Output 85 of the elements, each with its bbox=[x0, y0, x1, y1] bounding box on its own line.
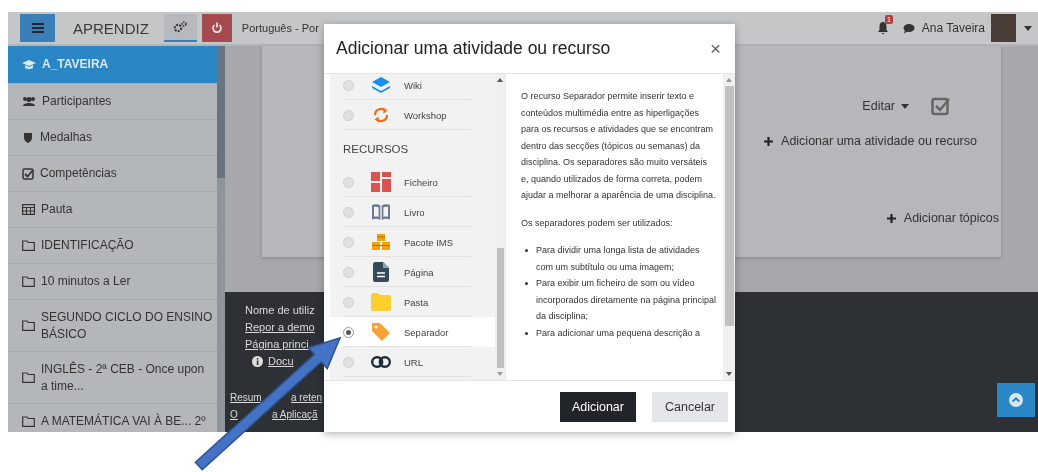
info-icon bbox=[252, 356, 263, 367]
folder-icon bbox=[22, 320, 35, 331]
footer-link[interactable]: a Aplicaçã bbox=[272, 409, 318, 420]
chevron-up-icon bbox=[1009, 393, 1023, 407]
scrollbar-thumb[interactable] bbox=[217, 46, 225, 178]
option-row[interactable]: Pasta bbox=[330, 287, 495, 317]
description-text: Os separadores podem ser utilizados: bbox=[521, 216, 674, 230]
plus-icon bbox=[886, 213, 896, 223]
gears-icon bbox=[173, 21, 188, 33]
description-text: O recurso Separador permite inserir texto e conteúdos multimédia entre as hiperligações para os recursos e atividades que se encontram dentro das secções (tópicos ou semanas) da disciplina. Os separadores são muito versáteis e, quando utilizados de forma correta, podem ajudar a melhorar a aparência de uma disciplina. bbox=[521, 90, 717, 202]
language-menu[interactable]: Português - Por bbox=[241, 22, 319, 34]
bell-icon[interactable] bbox=[876, 21, 889, 35]
folder-icon bbox=[22, 372, 35, 383]
bullet-dot bbox=[525, 331, 528, 335]
footer-link[interactable]: Docu bbox=[268, 353, 294, 370]
option-row[interactable]: Ficheiro bbox=[330, 167, 495, 197]
radio-button[interactable] bbox=[343, 356, 354, 368]
scrollbar-thumb[interactable] bbox=[724, 86, 734, 326]
site-name[interactable]: APRENDIZ bbox=[73, 19, 149, 37]
footer-link[interactable]: O bbox=[230, 409, 238, 420]
user-name[interactable]: Ana Taveira bbox=[921, 21, 985, 35]
bullet-dot bbox=[525, 282, 528, 285]
graduation-cap-icon bbox=[22, 59, 36, 70]
grid-icon bbox=[371, 172, 391, 192]
table-icon bbox=[22, 204, 35, 215]
footer-text: Nome de utiliz bbox=[245, 303, 315, 318]
radio-button[interactable] bbox=[343, 109, 354, 121]
power-icon bbox=[210, 22, 223, 34]
caret-icon bbox=[901, 103, 909, 109]
folder-icon bbox=[22, 416, 35, 427]
cycle-arrows-icon bbox=[372, 106, 390, 124]
add-button[interactable]: Adicionar bbox=[559, 391, 636, 422]
dialog-title: Adicionar uma atividade ou recurso bbox=[336, 38, 611, 59]
tag-icon bbox=[371, 322, 391, 342]
radio-button[interactable] bbox=[343, 206, 354, 218]
menu-icon bbox=[31, 23, 44, 33]
add-topics-link[interactable]: Adicionar tópicos bbox=[886, 211, 999, 225]
scrollbar-thumb[interactable] bbox=[496, 248, 504, 368]
document-icon bbox=[373, 262, 389, 282]
edit-menu[interactable]: Editar bbox=[862, 99, 909, 113]
back-to-top-button[interactable] bbox=[997, 383, 1035, 417]
option-row[interactable]: Livro bbox=[330, 197, 495, 227]
folder-icon bbox=[22, 240, 35, 251]
settings-button[interactable] bbox=[163, 14, 197, 42]
checkbox-icon[interactable] bbox=[931, 96, 951, 116]
footer-link[interactable]: Resum bbox=[230, 392, 262, 403]
layers-icon bbox=[371, 76, 391, 94]
shield-icon bbox=[22, 131, 34, 144]
bullet-text: Para adicionar uma pequena descrição a bbox=[536, 326, 701, 340]
bullet-text: Para dividir uma longa lista de atividades com um subtítulo ou uma imagem; bbox=[536, 244, 701, 274]
section-heading: RECURSOS bbox=[342, 141, 410, 157]
scroll-up-icon[interactable] bbox=[497, 78, 503, 82]
option-row[interactable]: Página bbox=[330, 257, 495, 287]
chat-icon[interactable] bbox=[902, 22, 915, 34]
people-icon bbox=[22, 96, 36, 107]
radio-button[interactable] bbox=[343, 79, 354, 91]
cancel-button[interactable]: Cancelar bbox=[652, 391, 728, 422]
radio-button[interactable] bbox=[343, 236, 354, 248]
radio-button[interactable] bbox=[343, 266, 354, 278]
book-icon bbox=[371, 203, 391, 221]
caret-icon[interactable] bbox=[1024, 25, 1032, 31]
footer-link[interactable]: Página princi bbox=[245, 336, 309, 353]
scroll-down-icon[interactable] bbox=[726, 372, 732, 376]
footer-link[interactable]: Repor a demo bbox=[245, 319, 315, 336]
link-icon bbox=[371, 356, 391, 368]
bullet-dot bbox=[525, 249, 528, 252]
checkbox-icon bbox=[22, 167, 34, 180]
bullet-text: Para exibir um ficheiro de som ou vídeo incorporados diretamente na página principal da disciplina; bbox=[536, 277, 717, 323]
add-activity-link[interactable]: Adicionar uma atividade ou recurso bbox=[764, 134, 977, 148]
footer-link[interactable]: a reten bbox=[291, 392, 323, 403]
option-row[interactable]: Wiki bbox=[330, 74, 495, 100]
option-row[interactable]: Separador bbox=[330, 317, 495, 347]
boxes-icon bbox=[371, 233, 391, 251]
radio-button[interactable] bbox=[343, 326, 354, 338]
radio-button[interactable] bbox=[343, 176, 354, 188]
close-button[interactable]: × bbox=[707, 38, 723, 59]
menu-button[interactable] bbox=[20, 14, 55, 42]
option-row[interactable]: URL bbox=[330, 347, 495, 377]
folder-icon bbox=[371, 293, 391, 311]
power-button[interactable] bbox=[201, 14, 232, 42]
plus-icon bbox=[764, 136, 774, 146]
option-row[interactable]: Pacote IMS bbox=[330, 227, 495, 257]
folder-icon bbox=[22, 276, 35, 287]
option-row[interactable]: Workshop bbox=[330, 100, 495, 130]
radio-button[interactable] bbox=[343, 296, 354, 308]
